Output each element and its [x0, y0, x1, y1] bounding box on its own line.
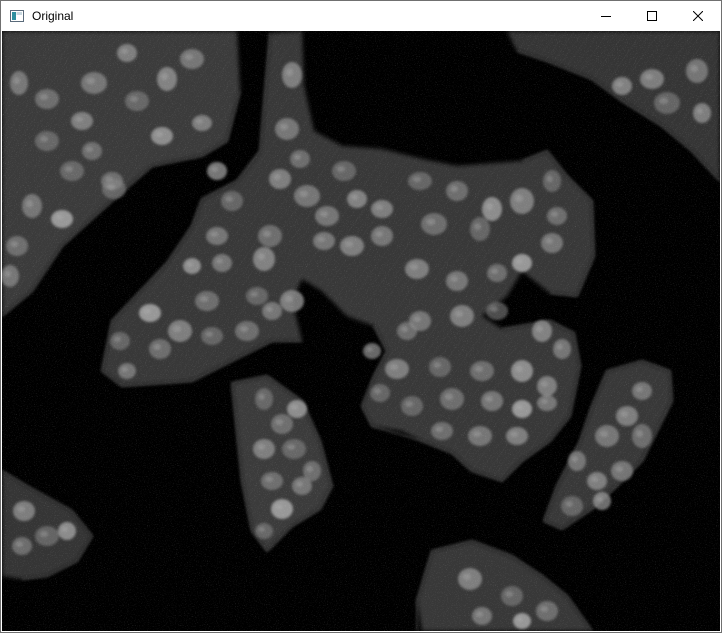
minimize-icon [601, 16, 611, 17]
close-icon [693, 11, 703, 21]
close-button[interactable] [675, 1, 721, 31]
image-window: Original [0, 0, 722, 633]
maximize-icon [647, 11, 657, 21]
maximize-button[interactable] [629, 1, 675, 31]
window-title: Original [32, 9, 74, 23]
image-canvas[interactable] [2, 31, 720, 631]
noise-overlay [2, 31, 720, 631]
microscopy-image [2, 31, 720, 631]
minimize-button[interactable] [583, 1, 629, 31]
title-bar[interactable]: Original [1, 1, 721, 31]
opencv-window-icon [9, 8, 25, 24]
